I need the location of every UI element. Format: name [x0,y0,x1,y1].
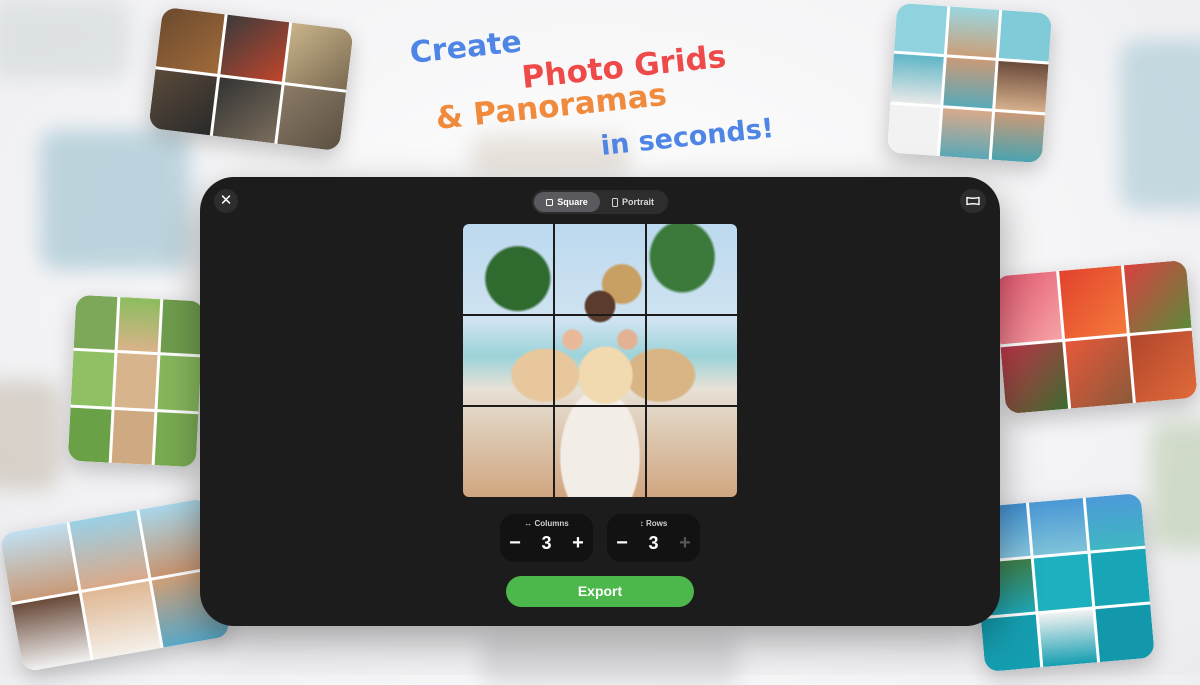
panorama-mode-button[interactable] [960,189,986,213]
grid-editor-window: ✕ Square Portrait ↔ Columns − 3 + ↕ Rows… [200,177,1000,626]
rows-stepper: ↕ Rows − 3 + [607,514,700,562]
columns-label: ↔ Columns [524,519,569,528]
background-blur-tile [480,635,740,685]
background-blur-tile [0,0,130,80]
grid-tile[interactable] [555,315,645,406]
example-grid-group-beach [0,497,231,673]
portrait-icon [611,197,618,207]
close-button[interactable]: ✕ [214,189,238,213]
aspect-ratio-segmented-control: Square Portrait [532,190,668,214]
background-blur-tile [1120,40,1200,210]
rows-increment-button[interactable]: + [674,531,696,555]
grid-tile[interactable] [647,224,737,314]
square-icon [546,198,554,206]
grid-tile[interactable] [647,315,737,406]
export-button[interactable]: Export [506,576,694,607]
panorama-icon [966,196,980,206]
columns-increment-button[interactable]: + [567,531,589,555]
example-grid-flowers [994,259,1198,415]
headline-in-seconds: in seconds! [599,112,776,162]
background-blur-tile [0,380,60,490]
columns-stepper: ↔ Columns − 3 + [500,514,593,562]
example-grid-dog [67,294,205,468]
aspect-option-label: Portrait [621,197,654,207]
headline-create: Create [408,24,524,71]
background-blur-tile [40,130,190,270]
grid-tile[interactable] [463,407,553,497]
aspect-option-portrait[interactable]: Portrait [600,192,666,212]
grid-tile[interactable] [555,224,645,314]
example-grid-motorcycle [148,6,354,152]
example-grid-boat-selfie [886,2,1053,164]
grid-tile[interactable] [463,315,553,406]
photo-grid-preview [463,224,737,497]
rows-label: ↕ Rows [639,519,668,528]
close-icon: ✕ [219,192,233,209]
background-blur-tile [1150,420,1200,550]
aspect-option-label: Square [557,197,588,207]
aspect-option-square[interactable]: Square [534,192,600,212]
grid-tile[interactable] [555,407,645,497]
grid-tile[interactable] [463,224,553,314]
grid-tile[interactable] [647,407,737,497]
